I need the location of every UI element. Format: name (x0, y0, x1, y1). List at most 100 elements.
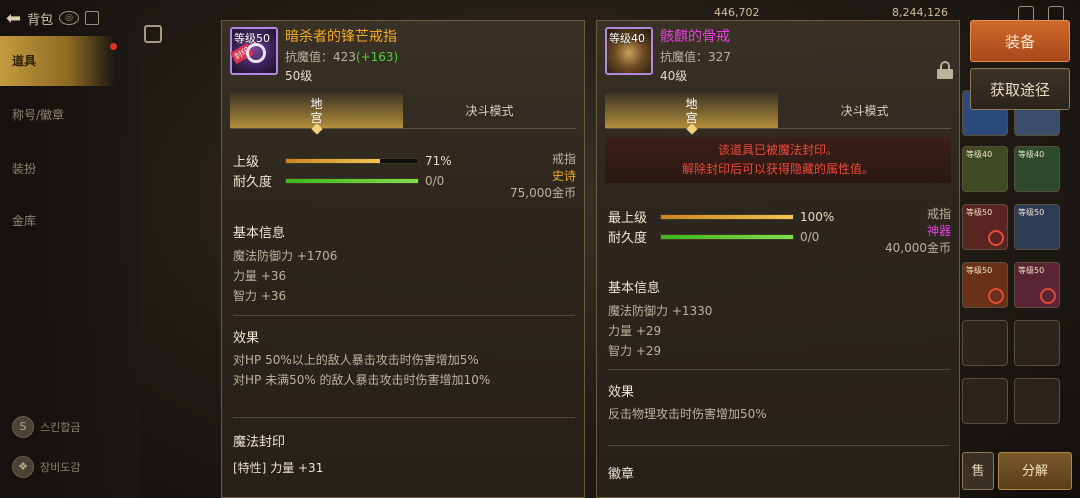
mode-tabs: 地宫 决斗模式 (605, 93, 951, 135)
durability-bar-fill (661, 234, 793, 239)
stat-line: 智力 +36 (233, 289, 287, 303)
item-type: 戒指 (551, 152, 576, 166)
inventory-slot[interactable]: 等级50 (1014, 204, 1060, 250)
inventory-slot[interactable]: 等级50 (962, 204, 1008, 250)
item-type: 戒指 (926, 207, 951, 221)
effect-line: 反击物理攻击时伤害增加50% (608, 407, 767, 421)
basic-info-title: 基本信息 (608, 281, 661, 296)
sell-button[interactable]: 售 (962, 452, 994, 490)
sidebar-item-vault[interactable]: 金库 (0, 196, 115, 246)
item-price: 75,000金币 (510, 186, 576, 200)
resist-bonus: (+163) (355, 50, 399, 64)
grid-view-icon[interactable] (85, 11, 100, 25)
tab-pvp[interactable]: 决斗模式 (778, 93, 951, 128)
item-price: 40,000金币 (885, 241, 951, 255)
inventory-slot[interactable] (1014, 320, 1060, 366)
equipment-codex-link[interactable]: ❖ 장비도감 (12, 456, 80, 478)
ring-icon (246, 43, 266, 63)
lock-icon[interactable] (937, 61, 953, 79)
eye-icon[interactable]: ◎ (59, 11, 80, 25)
item-rarity: 史诗 (551, 169, 576, 183)
sealed-notice: 该道具已被魔法封印。 解除封印后可以获得隐藏的属性值。 (605, 137, 951, 183)
inventory-slot[interactable]: 等级50 (962, 262, 1008, 308)
skin-synthesis-label: 스킨합금 (40, 421, 81, 434)
back-arrow-icon[interactable]: ⬅ (6, 8, 21, 29)
equipment-codex-icon: ❖ (12, 456, 34, 478)
emblem-title: 徽章 (608, 467, 635, 482)
notification-dot (110, 43, 117, 50)
tab-dungeon[interactable]: 地宫 (605, 93, 778, 135)
top-bar: ⬅ 背包 ◎ (0, 0, 140, 36)
item-level: 50级 (285, 69, 313, 83)
inventory-slot[interactable]: 等级40 (962, 146, 1008, 192)
equip-button[interactable]: 装备 (970, 20, 1070, 62)
grade-label: 上级 (233, 155, 260, 170)
item-icon: 等级50 封印 (230, 27, 278, 75)
inventory-slot[interactable] (1014, 378, 1060, 424)
item-name: 暗杀者的锋芒戒指 (285, 29, 397, 45)
grade-value: 71% (425, 153, 452, 168)
item-meta: 戒指 神器 40,000金币 (885, 205, 951, 256)
grade-bar (285, 157, 419, 164)
special-value: 力量 +31 (266, 461, 324, 475)
stat-line: 力量 +36 (233, 269, 287, 283)
grade-bar-fill (661, 214, 793, 219)
durability-label: 耐久度 (233, 175, 273, 190)
special-tag: [特性] (233, 461, 267, 475)
ban-icon (988, 288, 1004, 304)
effect-line: 对HP 未满50% 的敌人暴击攻击时伤害增加10% (233, 373, 491, 387)
tab-dungeon[interactable]: 地宫 (230, 93, 403, 135)
select-all-checkbox[interactable] (144, 25, 162, 43)
divider (608, 445, 950, 446)
currency-points: 8,244,126 (892, 6, 948, 19)
special-stat: [特性] 力量 +31 (233, 459, 323, 476)
item-icon: 等级40 (605, 27, 653, 75)
tab-pvp[interactable]: 决斗模式 (403, 93, 576, 128)
durability-row: 耐久度 0/0 (233, 171, 445, 191)
durability-bar-fill (286, 178, 418, 183)
item-level: 40级 (660, 69, 688, 83)
obtain-source-button[interactable]: 获取途径 (970, 68, 1070, 110)
effect-line: 对HP 50%以上的敌人暴击攻击时伤害增加5% (233, 353, 479, 367)
inventory-slot[interactable] (962, 378, 1008, 424)
ban-icon (1040, 288, 1056, 304)
stat-line: 魔法防御力 +1330 (608, 304, 713, 318)
durability-bar (660, 233, 794, 240)
mode-tabs: 地宫 决斗模式 (230, 93, 576, 135)
item-resist-stat: 抗魔值：423(+163) (285, 48, 398, 65)
item-name: 骸麒的骨戒 (660, 29, 730, 45)
stat-line: 智力 +29 (608, 344, 662, 358)
grade-label: 最上级 (608, 211, 648, 226)
sidebar-item-titles[interactable]: 称号/徽章 (0, 90, 115, 140)
disassemble-button[interactable]: 分解 (998, 452, 1072, 490)
inventory-title: 背包 (27, 12, 54, 28)
durability-label: 耐久度 (608, 231, 648, 246)
divider (233, 315, 575, 316)
inventory-slot[interactable] (962, 320, 1008, 366)
durability-value: 0/0 (425, 173, 445, 188)
sidebar-item-items[interactable]: 道具 (0, 36, 115, 86)
stat-line: 魔法防御力 +1706 (233, 249, 338, 263)
durability-bar (285, 177, 419, 184)
item-resist-stat: 抗魔值：327 (660, 50, 731, 64)
sidebar-item-avatar[interactable]: 装扮 (0, 144, 115, 194)
durability-value: 0/0 (800, 229, 820, 244)
magic-seal-title: 魔法封印 (233, 435, 286, 450)
basic-info-title: 基本信息 (233, 226, 286, 241)
inventory-slot[interactable]: 等级50 (1014, 262, 1060, 308)
grade-bar (660, 213, 794, 220)
item-tooltip-selected: 等级50 封印 暗杀者的锋芒戒指 抗魔值：423(+163) 50级 地宫 决斗… (221, 20, 585, 498)
divider (608, 369, 950, 370)
ban-icon (988, 230, 1004, 246)
divider (233, 417, 575, 418)
resist-value: 抗魔值：423 (285, 50, 356, 64)
tab-indicator-icon (310, 123, 323, 135)
equipment-codex-label: 장비도감 (40, 461, 81, 474)
grade-bar-fill (286, 158, 380, 163)
inventory-slot[interactable]: 等级40 (1014, 146, 1060, 192)
skin-synthesis-link[interactable]: S 스킨합금 (12, 416, 80, 438)
item-rarity: 神器 (926, 224, 951, 238)
effect-title: 效果 (608, 385, 635, 400)
item-level-tag: 等级40 (609, 32, 645, 45)
item-meta: 戒指 史诗 75,000金币 (510, 150, 576, 201)
